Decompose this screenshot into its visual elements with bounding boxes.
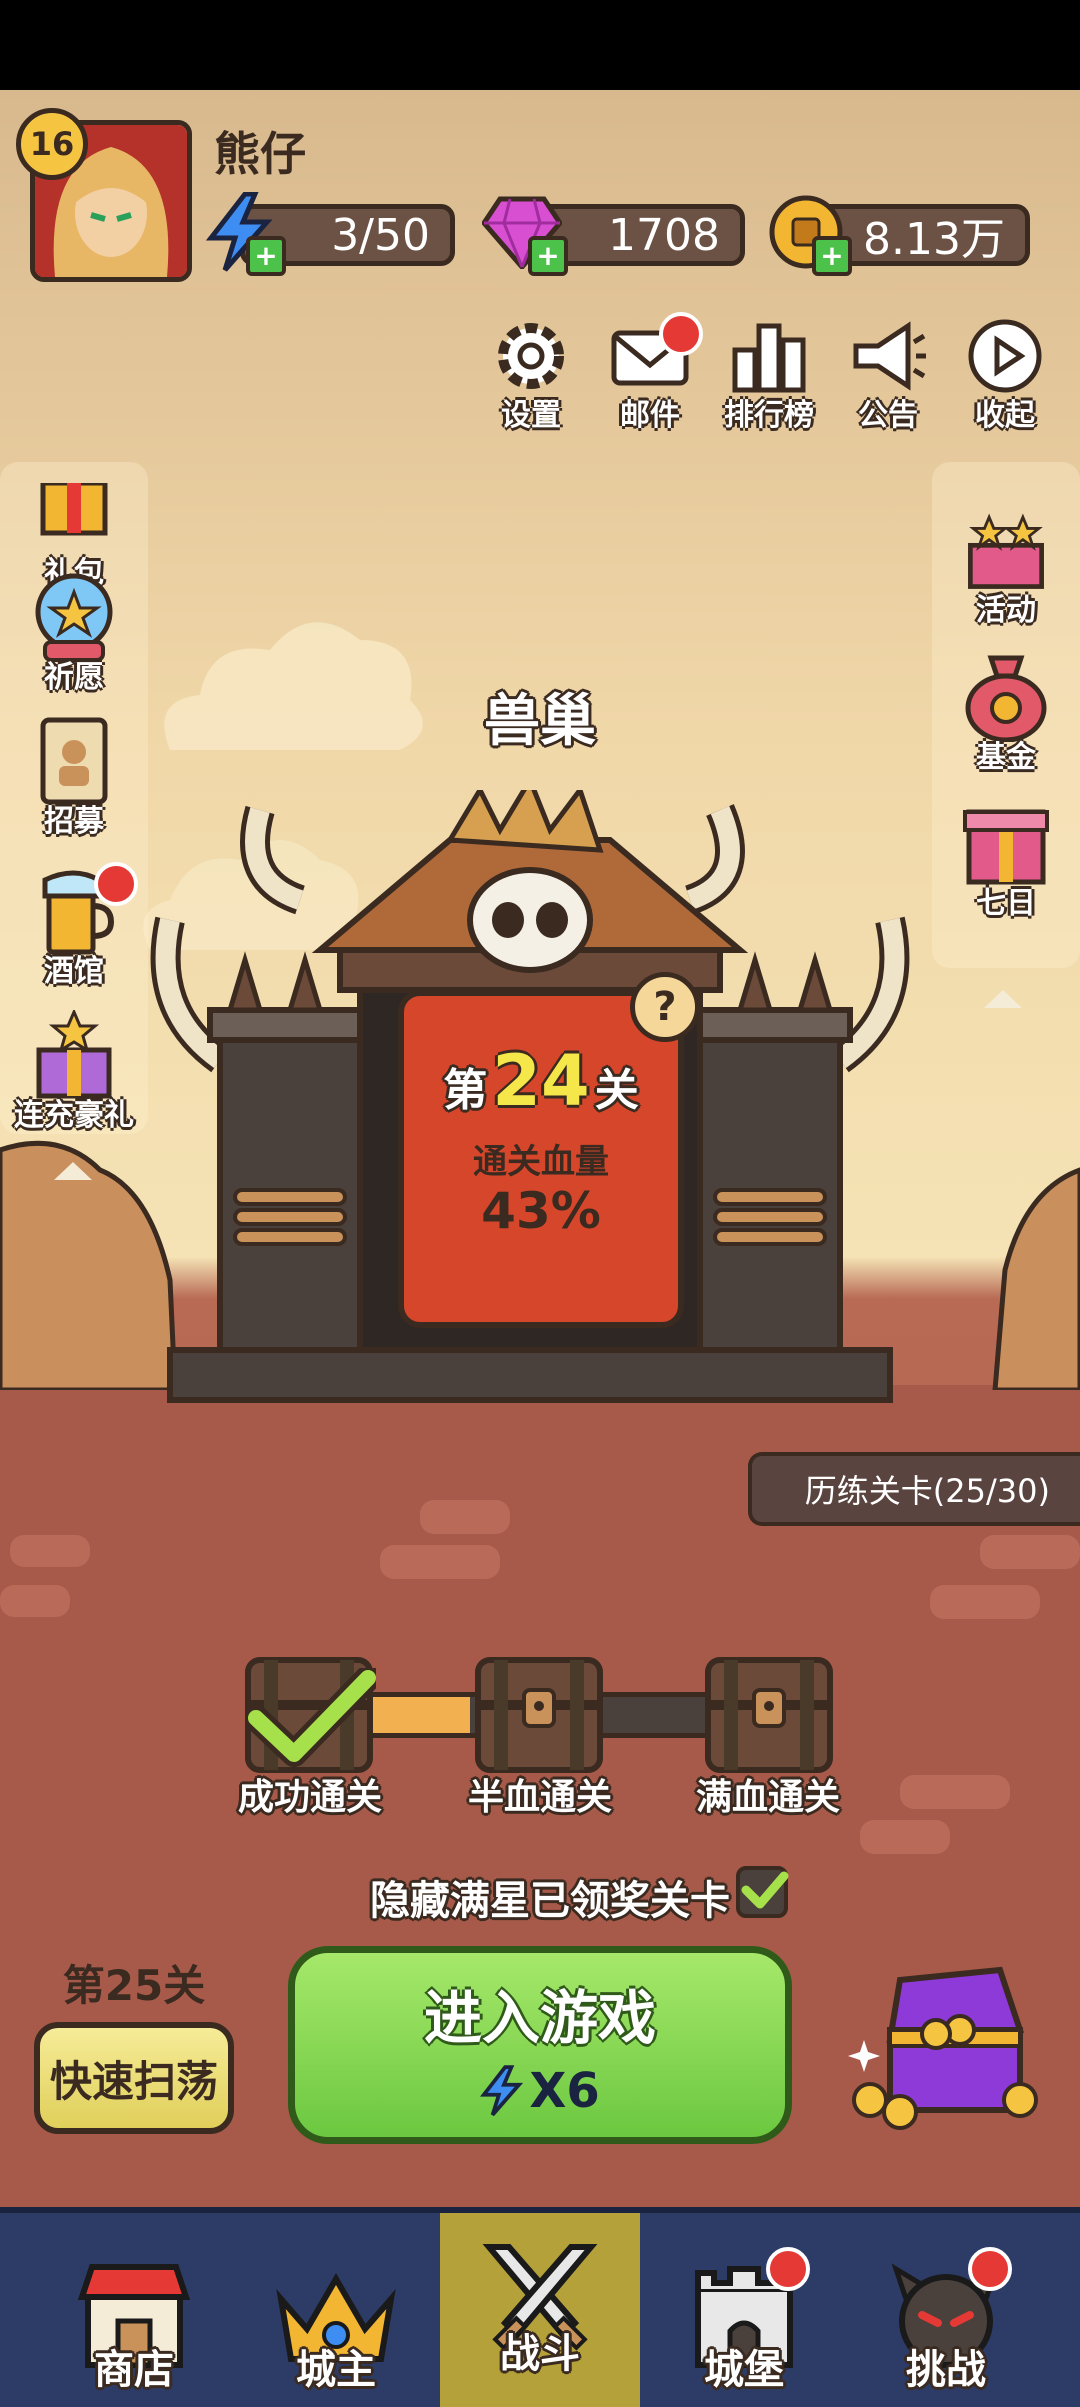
collapse-button[interactable]: 收起	[960, 316, 1050, 434]
notification-dot	[94, 862, 138, 906]
ground-brick	[930, 1585, 1040, 1619]
ground-brick	[980, 1535, 1080, 1569]
enter-game-label: 进入游戏	[423, 1984, 656, 2052]
mail-button[interactable]: 邮件	[605, 312, 703, 434]
enter-game-cost: X6	[295, 2063, 785, 2119]
nav-challenge[interactable]: 挑战	[846, 2213, 1046, 2407]
stage-area-name: 兽巢	[484, 689, 596, 754]
wish-star-icon	[29, 572, 119, 662]
event-stars-icon	[961, 505, 1051, 595]
nav-shop-label: 商店	[94, 2347, 174, 2393]
wish-button[interactable]: 祈愿	[14, 572, 134, 696]
energy-cost: X6	[529, 2063, 600, 2119]
play-icon	[965, 316, 1045, 396]
add-gems-button[interactable]: +	[482, 192, 568, 276]
reward-label-full-hp: 满血通关	[695, 1777, 840, 1818]
enter-game-button[interactable]: 进入游戏 X6	[288, 1946, 792, 2144]
hp-requirement-label: 通关血量	[473, 1142, 609, 1182]
nav-shop[interactable]: 商店	[34, 2213, 234, 2407]
ground-brick	[860, 1820, 950, 1854]
nav-battle[interactable]: 战斗	[440, 2213, 640, 2407]
nav-battle-label: 战斗	[500, 2331, 580, 2377]
ground-brick	[900, 1775, 1010, 1809]
rock-right	[992, 1167, 1080, 1390]
hp-requirement-value: 43%	[481, 1182, 601, 1240]
plus-icon: +	[528, 236, 568, 276]
notification-dot	[659, 312, 703, 356]
ground-brick	[420, 1500, 510, 1534]
fund-bag-icon	[961, 652, 1051, 742]
status-bar	[0, 0, 1080, 90]
stage-number-line: 第 24 关	[398, 1040, 684, 1122]
announcement-label: 公告	[858, 398, 918, 433]
add-energy-button[interactable]: +	[200, 192, 286, 276]
settings-label: 设置	[501, 398, 561, 433]
recruit-scroll-icon	[29, 716, 119, 806]
add-gold-button[interactable]: +	[766, 192, 852, 276]
reward-chest-full-hp[interactable]	[700, 1650, 838, 1778]
seven-day-button[interactable]: 七日	[946, 798, 1066, 922]
recharge-gift-icon	[29, 1010, 119, 1100]
reward-label-success: 成功通关	[237, 1777, 382, 1818]
tavern-button[interactable]: 酒馆	[14, 862, 138, 990]
chest-icon	[475, 1657, 603, 1773]
leaderboard-button[interactable]: 排行榜	[724, 316, 814, 434]
nav-lord[interactable]: 城主	[236, 2213, 436, 2407]
nav-lord-label: 城主	[296, 2347, 376, 2393]
event-button[interactable]: 活动	[946, 505, 1066, 629]
plus-icon: +	[246, 236, 286, 276]
notification-dot	[766, 2247, 810, 2291]
treasure-chest-button[interactable]	[840, 1960, 1050, 2130]
chest-icon	[705, 1657, 833, 1773]
player-name: 熊仔	[214, 127, 306, 181]
check-icon	[246, 1668, 376, 1767]
hide-claimed-label: 隐藏满星已领奖关卡	[370, 1878, 730, 1924]
lightning-icon	[480, 2065, 524, 2117]
fund-button[interactable]: 基金	[946, 652, 1066, 776]
sweep-stage-label: 第25关	[62, 1961, 206, 2010]
bottom-navigation: 商店 城主 战斗 城堡 挑战	[0, 2207, 1080, 2407]
nav-challenge-label: 挑战	[906, 2347, 986, 2393]
nav-castle[interactable]: 城堡	[644, 2213, 844, 2407]
stage-prefix: 第	[443, 1065, 488, 1116]
gear-icon	[491, 316, 571, 396]
ground-brick	[0, 1585, 70, 1617]
reward-label-half-hp: 半血通关	[467, 1777, 612, 1818]
ground-brick	[10, 1535, 90, 1567]
recruit-button[interactable]: 招募	[14, 716, 134, 840]
reward-chest-half-hp[interactable]	[470, 1650, 608, 1778]
treasure-chest-icon	[848, 1966, 1038, 2130]
help-icon[interactable]: ?	[630, 972, 700, 1042]
stage-suffix: 关	[594, 1065, 639, 1116]
reward-chest-success[interactable]	[240, 1650, 378, 1778]
seven-day-gift-icon	[961, 798, 1051, 888]
ranking-icon	[729, 316, 809, 396]
nav-castle-label: 城堡	[704, 2347, 784, 2393]
leaderboard-label: 排行榜	[724, 398, 814, 433]
plus-icon: +	[812, 236, 852, 276]
mail-label: 邮件	[620, 398, 680, 433]
check-icon	[741, 1871, 789, 1909]
collapse-arrow-icon[interactable]	[980, 986, 1026, 1012]
recharge-gift-label: 连充豪礼	[14, 1098, 134, 1133]
player-level-badge: 16	[16, 108, 88, 180]
collapse-arrow-icon[interactable]	[50, 1158, 96, 1184]
ground-brick	[380, 1545, 500, 1579]
recharge-gift-button[interactable]: 连充豪礼	[8, 1010, 140, 1134]
announcement-button[interactable]: 公告	[843, 316, 933, 434]
settings-button[interactable]: 设置	[486, 316, 576, 434]
gift-pack-icon	[29, 468, 119, 558]
notification-dot	[968, 2247, 1012, 2291]
collapse-label: 收起	[975, 398, 1035, 433]
megaphone-icon	[848, 316, 928, 396]
hide-claimed-checkbox[interactable]	[736, 1866, 789, 1918]
stage-number: 24	[492, 1040, 590, 1122]
quick-sweep-button[interactable]: 快速扫荡	[34, 2022, 234, 2134]
training-stages-tab[interactable]: 历练关卡(25/30)	[748, 1452, 1080, 1526]
cloud-decoration	[164, 622, 423, 750]
